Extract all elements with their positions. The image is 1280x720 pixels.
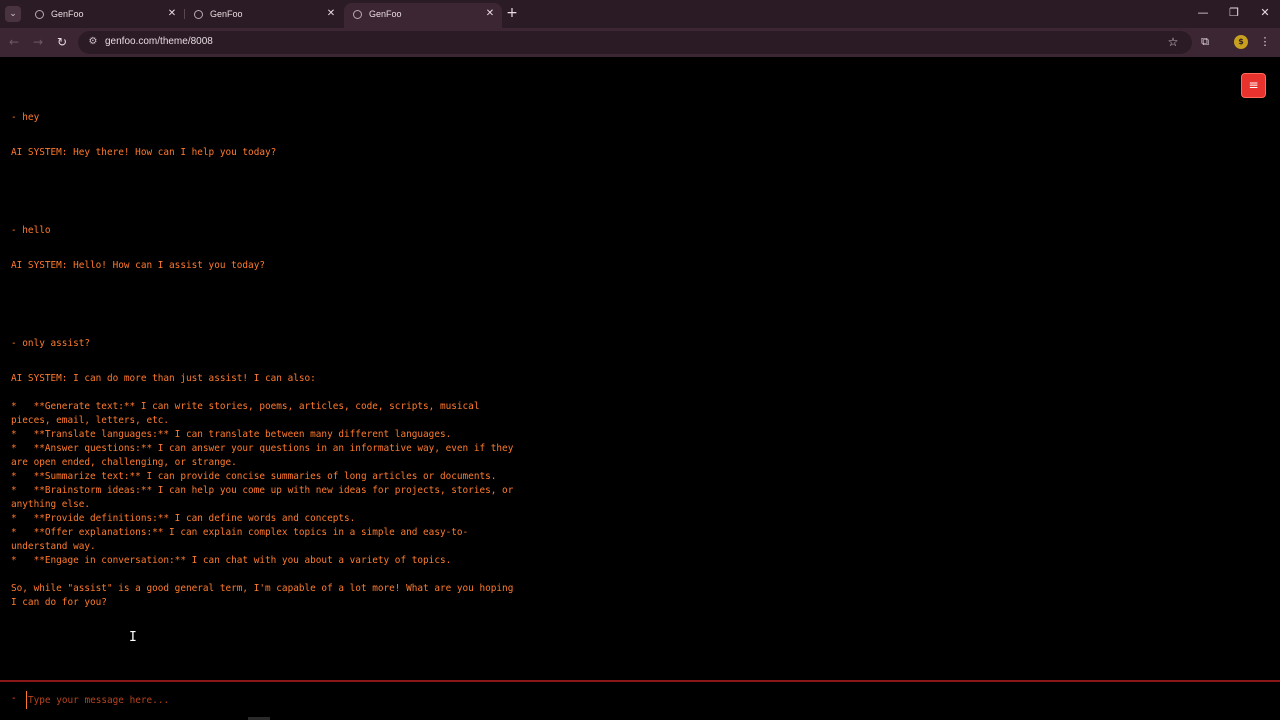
more-menu-icon[interactable]: ⋮ bbox=[1257, 34, 1273, 50]
url-text[interactable]: genfoo.com/theme/8008 bbox=[105, 36, 213, 47]
bookmark-star-icon[interactable]: ☆ bbox=[1166, 35, 1180, 49]
user-message: - hello bbox=[11, 225, 51, 236]
minimize-icon[interactable]: — bbox=[1196, 6, 1210, 20]
tab-title: GenFoo bbox=[369, 9, 402, 19]
ai-message: AI SYSTEM: Hey there! How can I help you… bbox=[11, 147, 277, 158]
restore-icon[interactable]: ❐ bbox=[1227, 6, 1241, 20]
message-input[interactable] bbox=[26, 691, 726, 709]
globe-icon bbox=[194, 10, 203, 19]
close-tab-icon[interactable]: ✕ bbox=[166, 8, 178, 20]
input-divider bbox=[0, 680, 1280, 682]
message-input-row: - bbox=[0, 690, 1280, 710]
address-bar[interactable]: ⚙ genfoo.com/theme/8008 ☆ bbox=[78, 31, 1192, 54]
tab-search-button[interactable]: ⌄ bbox=[5, 6, 21, 22]
globe-icon bbox=[35, 10, 44, 19]
browser-tab-bar: ⌄ GenFoo ✕ GenFoo ✕ GenFoo ✕ + — ❐ ✕ bbox=[0, 0, 1280, 28]
tab-1[interactable]: GenFoo ✕ bbox=[26, 3, 184, 28]
close-tab-icon[interactable]: ✕ bbox=[325, 8, 337, 20]
site-info-icon[interactable]: ⚙ bbox=[87, 36, 99, 48]
user-message: - hey bbox=[11, 112, 40, 123]
forward-icon[interactable]: → bbox=[30, 34, 46, 50]
reload-icon[interactable]: ↻ bbox=[54, 34, 70, 50]
hamburger-icon[interactable]: ≡ bbox=[1241, 73, 1266, 98]
globe-icon bbox=[353, 10, 362, 19]
tab-2[interactable]: GenFoo ✕ bbox=[185, 3, 343, 28]
new-tab-button[interactable]: + bbox=[504, 5, 520, 21]
tab-title: GenFoo bbox=[210, 9, 243, 19]
user-message: - only assist? bbox=[11, 338, 91, 349]
extensions-icon[interactable]: ⧉ bbox=[1197, 34, 1213, 50]
profile-avatar[interactable]: $ bbox=[1234, 35, 1248, 49]
ai-message: AI SYSTEM: I can do more than just assis… bbox=[11, 373, 514, 608]
browser-toolbar: ← → ↻ ⚙ genfoo.com/theme/8008 ☆ ⧉ ⋮ bbox=[0, 28, 1280, 57]
close-tab-icon[interactable]: ✕ bbox=[484, 8, 496, 20]
tab-3-active[interactable]: GenFoo ✕ bbox=[344, 3, 502, 28]
input-prompt: - bbox=[11, 693, 17, 704]
ai-message: AI SYSTEM: Hello! How can I assist you t… bbox=[11, 260, 265, 271]
back-icon[interactable]: ← bbox=[6, 34, 22, 50]
tab-title: GenFoo bbox=[51, 9, 84, 19]
close-window-icon[interactable]: ✕ bbox=[1258, 6, 1272, 20]
text-cursor-icon: I bbox=[129, 630, 137, 645]
chat-page: ≡ - hey AI SYSTEM: Hey there! How can I … bbox=[0, 57, 1280, 720]
